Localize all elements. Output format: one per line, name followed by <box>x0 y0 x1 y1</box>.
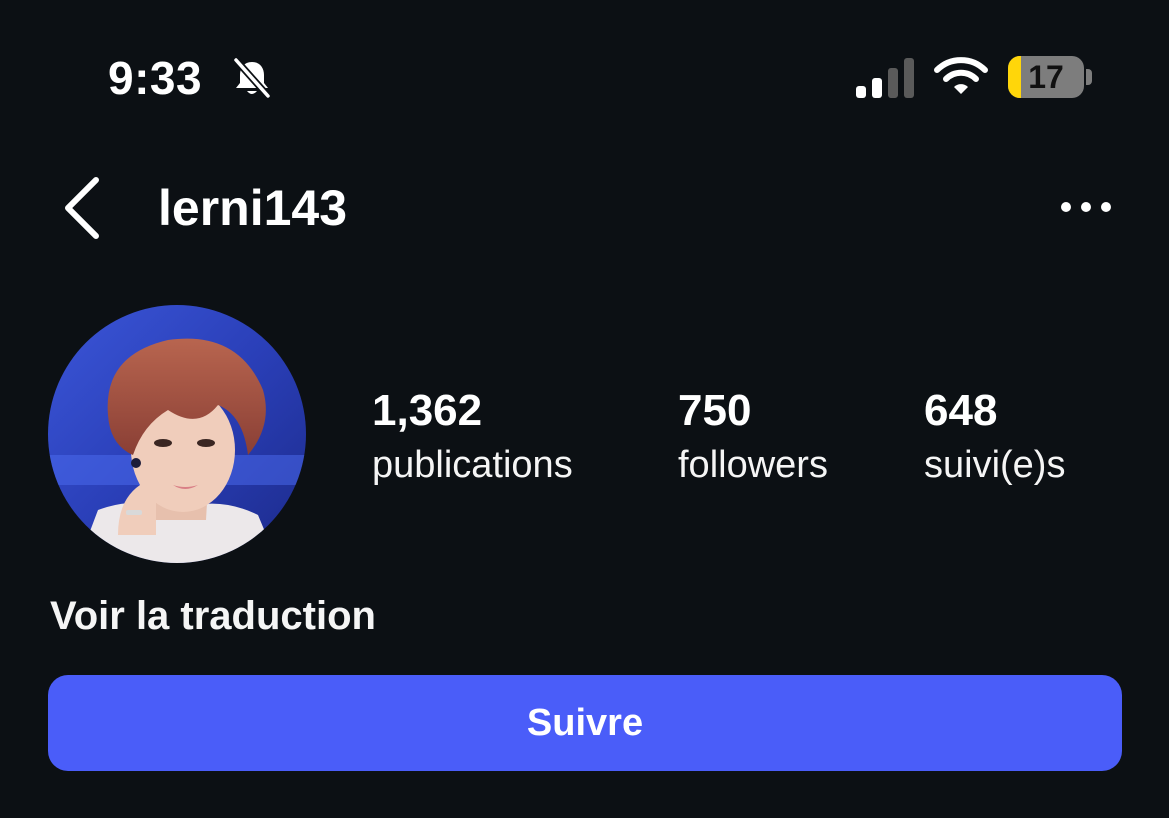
chevron-left-icon[interactable] <box>58 176 106 240</box>
follow-button-label: Suivre <box>526 701 644 744</box>
see-translation-link[interactable]: Voir la traduction <box>50 592 376 640</box>
profile-screen: 9:33 17 lerni143 1,362 publications 750 … <box>0 0 1169 818</box>
publications-label: publications <box>372 444 573 486</box>
stat-followers[interactable]: 750 followers <box>678 384 828 492</box>
followers-label: followers <box>678 444 828 486</box>
wifi-icon <box>934 57 988 94</box>
following-count: 648 <box>924 386 998 435</box>
avatar-image <box>48 305 306 563</box>
status-time: 9:33 <box>108 52 203 104</box>
battery-tip <box>1086 69 1092 85</box>
publications-count: 1,362 <box>372 386 483 435</box>
following-label: suivi(e)s <box>924 444 1066 486</box>
profile-avatar[interactable] <box>48 305 306 563</box>
ellipsis-icon[interactable] <box>1058 196 1114 218</box>
profile-username: lerni143 <box>158 180 348 236</box>
cellular-signal-icon <box>856 58 914 98</box>
battery-indicator: 17 <box>1008 56 1084 98</box>
bell-slash-icon <box>232 56 272 100</box>
stat-publications[interactable]: 1,362 publications <box>372 384 573 492</box>
follow-button[interactable]: Suivre <box>48 675 1122 771</box>
followers-count: 750 <box>678 386 752 435</box>
stat-following[interactable]: 648 suivi(e)s <box>924 384 1065 492</box>
battery-level-label: 17 <box>1028 59 1064 95</box>
